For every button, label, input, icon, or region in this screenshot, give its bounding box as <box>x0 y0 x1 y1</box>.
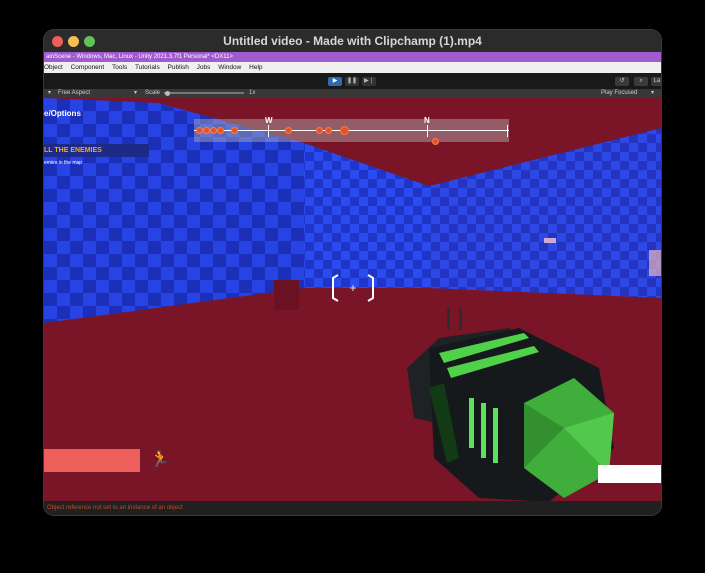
step-icon: ▶❘ <box>364 78 374 84</box>
objective-title: LL THE ENEMIES <box>44 144 149 157</box>
unity-menu-bar: Object Component Tools Tutorials Publish… <box>44 62 661 73</box>
options-label[interactable]: e/Options <box>44 109 81 118</box>
menu-object[interactable]: Object <box>44 64 63 71</box>
game-viewport[interactable]: e/Options LL THE ENEMIES emies in the ma… <box>44 98 661 501</box>
enemy-marker <box>325 127 332 134</box>
scale-slider[interactable] <box>164 92 244 94</box>
ammo-bar <box>598 465 661 483</box>
unity-toolbar: ▶ ❚❚ ▶❘ ↺ ⌕ La <box>44 73 661 89</box>
health-bar <box>44 449 140 472</box>
video-player-window: Untitled video - Made with Clipchamp (1)… <box>44 30 661 515</box>
player-running-icon: 🏃 <box>150 451 170 468</box>
unity-title-bar: ainScene - Windows, Mac, Linux - Unity 2… <box>44 52 661 62</box>
hud-left-panel: e/Options <box>44 109 81 118</box>
menu-publish[interactable]: Publish <box>168 64 189 71</box>
menu-tutorials[interactable]: Tutorials <box>135 64 160 71</box>
enemy-marker <box>196 127 203 134</box>
enemy-marker <box>231 127 238 134</box>
dropdown-arrow-icon[interactable]: ▾ <box>48 89 51 98</box>
play-mode-dropdown[interactable]: Play Focused <box>601 89 637 98</box>
chevron-down-icon[interactable]: ▾ <box>134 89 137 98</box>
compass-tick-w <box>268 125 269 137</box>
pause-button[interactable]: ❚❚ <box>345 77 359 86</box>
crosshair-icon <box>332 274 374 302</box>
scale-label: Scale <box>145 90 161 96</box>
enemy-marker <box>217 127 224 134</box>
enemy-marker <box>432 138 439 145</box>
history-icon: ↺ <box>619 78 625 84</box>
compass-tick-n <box>427 125 428 137</box>
enemy-marker <box>340 126 349 135</box>
window-title: Untitled video - Made with Clipchamp (1)… <box>223 34 482 48</box>
play-icon: ▶ <box>332 78 338 84</box>
aspect-dropdown[interactable]: Free Aspect <box>58 89 90 98</box>
menu-tools[interactable]: Tools <box>112 64 127 71</box>
game-view-toolbar: ▾ Free Aspect ▾ Scale 1x Play Focused ▾ <box>44 89 661 98</box>
weapon-model <box>407 308 614 501</box>
menu-jobs[interactable]: Jobs <box>197 64 211 71</box>
compass-tick-end <box>507 125 508 137</box>
enemy-marker <box>210 127 217 134</box>
play-mode-chevron-icon[interactable]: ▾ <box>651 89 654 98</box>
menu-component[interactable]: Component <box>71 64 105 71</box>
step-button[interactable]: ▶❘ <box>362 77 376 86</box>
enemy-marker <box>285 127 292 134</box>
console-status-bar[interactable]: Object reference not set to an instance … <box>44 501 661 515</box>
play-button[interactable]: ▶ <box>328 77 342 86</box>
enemy-marker <box>203 127 210 134</box>
objective-description: emies in the map <box>44 160 83 166</box>
compass-label-w: W <box>265 116 273 125</box>
search-icon: ⌕ <box>639 78 643 84</box>
search-button[interactable]: ⌕ <box>634 77 648 86</box>
layers-label: La <box>653 78 661 84</box>
layers-button[interactable]: La <box>651 77 661 86</box>
title-bar: Untitled video - Made with Clipchamp (1)… <box>44 30 661 52</box>
compass-label-n: N <box>424 116 430 125</box>
menu-window[interactable]: Window <box>218 64 241 71</box>
compass-bar: W N <box>194 116 509 145</box>
scale-value: 1x <box>249 90 256 96</box>
history-button[interactable]: ↺ <box>615 77 629 86</box>
pause-icon: ❚❚ <box>346 78 358 84</box>
enemy-marker <box>316 127 323 134</box>
scale-slider-handle[interactable] <box>165 91 170 96</box>
compass-line <box>194 130 509 131</box>
menu-help[interactable]: Help <box>249 64 262 71</box>
